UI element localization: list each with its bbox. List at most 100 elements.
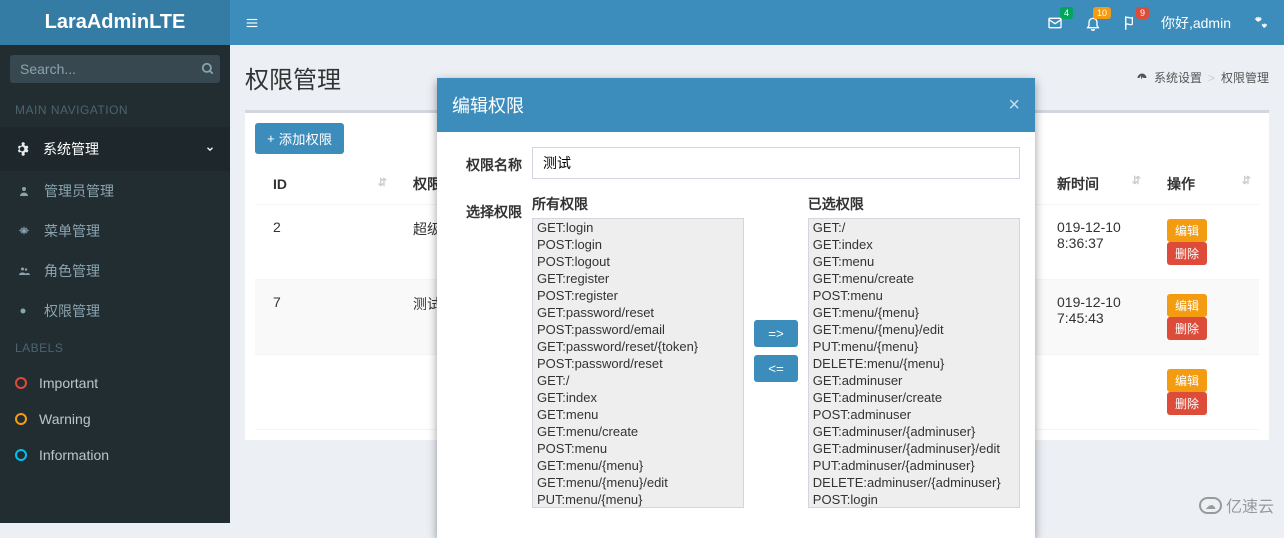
search-icon[interactable]: [201, 62, 215, 76]
list-option[interactable]: GET:index: [809, 236, 1019, 253]
sidebar-toggle[interactable]: [245, 16, 259, 30]
list-option[interactable]: GET:menu/create: [809, 270, 1019, 287]
all-permissions-list[interactable]: GET:loginPOST:loginPOST:logoutGET:regist…: [532, 218, 744, 508]
watermark: ☁ 亿速云: [1199, 493, 1274, 517]
search-box: [10, 55, 220, 83]
brand-logo[interactable]: LaraAdminLTE: [0, 0, 230, 45]
yellow-circle-icon: [15, 413, 27, 425]
sidebar-item-system[interactable]: 系统管理: [0, 127, 230, 171]
dual-list: 所有权限 GET:loginPOST:loginPOST:logoutGET:r…: [532, 194, 1020, 508]
notifications-button[interactable]: 10: [1085, 15, 1101, 31]
sidebar: LaraAdminLTE MAIN NAVIGATION 系统管理 管理员管: [0, 0, 230, 523]
cell-action: 编辑 删除: [1149, 280, 1259, 355]
label-warning[interactable]: Warning: [0, 401, 230, 437]
settings-button[interactable]: [1253, 15, 1269, 31]
list-option[interactable]: GET:adminuser/create: [809, 389, 1019, 406]
gears-icon: [1253, 15, 1269, 31]
users-icon: [18, 265, 38, 277]
list-option[interactable]: POST:adminuser: [809, 406, 1019, 423]
list-option[interactable]: GET:index: [533, 389, 743, 406]
list-option[interactable]: DELETE:menu/{menu}: [809, 355, 1019, 372]
list-option[interactable]: GET:menu/{menu}: [809, 304, 1019, 321]
close-icon[interactable]: ×: [1008, 94, 1020, 117]
list-option[interactable]: GET:menu/create: [533, 423, 743, 440]
mail-button[interactable]: 4: [1047, 15, 1063, 31]
dashboard-icon: [1136, 72, 1148, 84]
cloud-icon: ☁: [1199, 497, 1222, 514]
move-right-button[interactable]: =>: [754, 320, 798, 347]
watermark-text: 亿速云: [1226, 493, 1274, 517]
delete-button[interactable]: 删除: [1167, 242, 1207, 265]
list-option[interactable]: POST:password/reset: [533, 355, 743, 372]
sidebar-sub-menu[interactable]: 菜单管理: [0, 211, 230, 251]
sidebar-sub-label: 管理员管理: [44, 181, 114, 201]
name-label: 权限名称: [452, 147, 522, 179]
cell-action: 编辑 删除: [1149, 355, 1259, 430]
list-option[interactable]: GET:menu/{menu}/edit: [533, 474, 743, 491]
sidebar-sub-permission[interactable]: 权限管理: [0, 291, 230, 331]
list-option[interactable]: GET:password/reset/{token}: [533, 338, 743, 355]
edit-button[interactable]: 编辑: [1167, 219, 1207, 242]
list-option[interactable]: POST:password/email: [533, 321, 743, 338]
add-permission-button[interactable]: + 添加权限: [255, 123, 344, 154]
sort-icon: ⇵: [378, 176, 387, 189]
list-option[interactable]: PUT:menu/{menu}: [533, 491, 743, 508]
breadcrumb-current: 权限管理: [1221, 69, 1269, 86]
list-option[interactable]: DELETE:adminuser/{adminuser}: [809, 474, 1019, 491]
sidebar-sub-label: 角色管理: [44, 261, 100, 281]
th-updated[interactable]: 新时间⇵: [1039, 164, 1149, 205]
move-left-button[interactable]: <=: [754, 355, 798, 382]
list-option[interactable]: POST:menu: [533, 440, 743, 457]
topbar: 4 10 9 你好,admin: [230, 0, 1284, 45]
cell-updated: 019-12-10 8:36:37: [1039, 205, 1149, 280]
label-text: Information: [39, 447, 109, 463]
nav-header: MAIN NAVIGATION: [0, 93, 230, 127]
plus-icon: +: [267, 131, 275, 146]
list-option[interactable]: PUT:adminuser/{adminuser}: [809, 457, 1019, 474]
list-option[interactable]: GET:menu: [533, 406, 743, 423]
list-option[interactable]: POST:logout: [533, 253, 743, 270]
list-option[interactable]: GET:register: [533, 270, 743, 287]
red-circle-icon: [15, 377, 27, 389]
breadcrumb: 系统设置 > 权限管理: [1136, 69, 1269, 86]
list-option[interactable]: GET:/: [533, 372, 743, 389]
user-menu[interactable]: 你好,admin: [1161, 13, 1231, 33]
th-action[interactable]: 操作⇵: [1149, 164, 1259, 205]
selected-permissions-list[interactable]: GET:/GET:indexGET:menuGET:menu/createPOS…: [808, 218, 1020, 508]
delete-button[interactable]: 删除: [1167, 392, 1207, 415]
delete-button[interactable]: 删除: [1167, 317, 1207, 340]
gear-icon: [15, 142, 35, 156]
list-option[interactable]: GET:adminuser/{adminuser}: [809, 423, 1019, 440]
edit-button[interactable]: 编辑: [1167, 294, 1207, 317]
label-text: Important: [39, 375, 98, 391]
circle-icon: [18, 306, 38, 316]
list-option[interactable]: GET:adminuser: [809, 372, 1019, 389]
list-option[interactable]: GET:password/reset: [533, 304, 743, 321]
list-option[interactable]: GET:menu: [809, 253, 1019, 270]
label-information[interactable]: Information: [0, 437, 230, 473]
cell-id: [255, 355, 395, 430]
edit-permission-modal: 编辑权限 × 权限名称 选择权限 所有权限 GET:loginPOST:logi…: [437, 78, 1035, 538]
th-id[interactable]: ID⇵: [255, 164, 395, 205]
search-input[interactable]: [20, 61, 201, 77]
list-option[interactable]: GET:menu/{menu}/edit: [809, 321, 1019, 338]
list-option[interactable]: POST:login: [809, 491, 1019, 508]
list-option[interactable]: GET:menu/{menu}: [533, 457, 743, 474]
cell-id: 2: [255, 205, 395, 280]
sort-icon: ⇵: [1242, 174, 1251, 187]
label-important[interactable]: Important: [0, 365, 230, 401]
list-option[interactable]: POST:register: [533, 287, 743, 304]
flag-button[interactable]: 9: [1123, 15, 1139, 31]
sidebar-sub-admin[interactable]: 管理员管理: [0, 171, 230, 211]
bell-badge: 10: [1093, 7, 1111, 19]
list-option[interactable]: POST:menu: [809, 287, 1019, 304]
breadcrumb-item[interactable]: 系统设置: [1154, 69, 1202, 86]
list-option[interactable]: GET:login: [533, 219, 743, 236]
list-option[interactable]: GET:/: [809, 219, 1019, 236]
sidebar-sub-role[interactable]: 角色管理: [0, 251, 230, 291]
list-option[interactable]: PUT:menu/{menu}: [809, 338, 1019, 355]
list-option[interactable]: POST:login: [533, 236, 743, 253]
edit-button[interactable]: 编辑: [1167, 369, 1207, 392]
list-option[interactable]: GET:adminuser/{adminuser}/edit: [809, 440, 1019, 457]
permission-name-input[interactable]: [532, 147, 1020, 179]
